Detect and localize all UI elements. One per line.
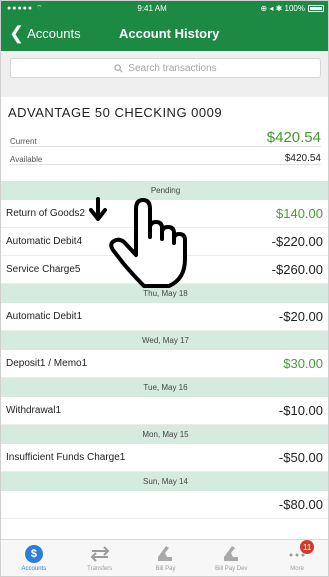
transaction-description: Return of Goods2: [6, 208, 85, 219]
transaction-row[interactable]: Automatic Debit1 -$20.00: [1, 303, 328, 331]
current-balance: $420.54: [266, 129, 321, 146]
transaction-row[interactable]: Withdrawal1 -$10.00: [1, 397, 328, 425]
top-bar: ●●●●● ⌔ 9:41 AM ⊕ ◂ ✱ 100% ❮ Accounts Ac…: [1, 1, 328, 51]
transaction-row[interactable]: Automatic Debit4 -$220.00: [1, 228, 328, 256]
transaction-amount: $30.00: [283, 356, 323, 371]
signal-indicator: ●●●●● ⌔: [7, 4, 44, 12]
battery-icon: [308, 4, 324, 12]
transaction-description: Deposit1 / Memo1: [6, 358, 88, 369]
search-area: Search transactions: [1, 51, 328, 97]
status-bar: ●●●●● ⌔ 9:41 AM ⊕ ◂ ✱ 100%: [1, 1, 328, 15]
section-header-date: Sun, May 14: [1, 472, 328, 491]
transaction-row[interactable]: -$80.00: [1, 491, 328, 519]
transaction-amount: -$260.00: [271, 262, 323, 277]
dollar-icon: $: [24, 545, 43, 563]
account-summary: ADVANTAGE 50 CHECKING 0009 Current $420.…: [1, 97, 328, 181]
tab-transfers[interactable]: Transfers: [67, 540, 133, 576]
transaction-row[interactable]: Return of Goods2 $140.00: [1, 200, 328, 228]
transaction-amount: -$220.00: [271, 234, 323, 249]
transaction-row[interactable]: Insufficient Funds Charge1 -$50.00: [1, 444, 328, 472]
chevron-left-icon: ❮: [9, 23, 25, 43]
search-placeholder: Search transactions: [128, 62, 217, 74]
tab-more[interactable]: More 11: [264, 540, 328, 576]
status-right: ⊕ ◂ ✱ 100%: [260, 4, 324, 13]
transaction-amount: $140.00: [276, 206, 323, 221]
tab-label: Bill Pay: [155, 566, 176, 572]
transaction-list[interactable]: Pending Return of Goods2 $140.00 Automat…: [1, 181, 328, 519]
section-header-date: Tue, May 16: [1, 378, 328, 397]
nav-bar: ❮ Accounts Account History: [1, 15, 328, 51]
tab-label: Transfers: [87, 566, 113, 572]
transaction-row[interactable]: Service Charge5 -$260.00: [1, 256, 328, 284]
section-header-date: Mon, May 15: [1, 425, 328, 444]
available-balance-row: Available $420.54: [10, 149, 321, 165]
search-icon: [114, 63, 123, 72]
transaction-row[interactable]: Deposit1 / Memo1 $30.00: [1, 350, 328, 378]
transaction-amount: -$50.00: [278, 450, 323, 465]
back-label: Accounts: [27, 25, 81, 41]
notification-badge: 11: [300, 540, 315, 554]
page-title: Account History: [119, 25, 220, 41]
transaction-description: Automatic Debit4: [6, 236, 83, 247]
back-button[interactable]: ❮ Accounts: [1, 24, 81, 42]
status-time: 9:41 AM: [137, 3, 167, 13]
section-header-date: Thu, May 18: [1, 284, 328, 303]
transfer-icon: [90, 546, 110, 562]
tab-label: Bill Pay Dev: [215, 566, 248, 572]
transaction-description: Service Charge5: [6, 264, 81, 275]
transaction-description: Withdrawal1: [6, 405, 62, 416]
transaction-amount: -$20.00: [278, 309, 323, 324]
available-label: Available: [10, 155, 43, 164]
tab-bar: $ Accounts Transfers Bill Pay Bill Pay D…: [1, 539, 328, 576]
tab-label: Accounts: [21, 566, 47, 572]
section-header-date: Wed, May 17: [1, 331, 328, 350]
app-screen: ●●●●● ⌔ 9:41 AM ⊕ ◂ ✱ 100% ❮ Accounts Ac…: [0, 0, 329, 577]
current-label: Current: [10, 137, 37, 146]
status-icons: ⊕ ◂ ✱ 100%: [260, 3, 305, 13]
account-name: ADVANTAGE 50 CHECKING 0009: [8, 105, 223, 120]
tab-bill-pay-dev[interactable]: Bill Pay Dev: [198, 540, 264, 576]
available-balance: $420.54: [284, 153, 321, 164]
transaction-description: Insufficient Funds Charge1: [6, 452, 126, 463]
transaction-amount: -$10.00: [278, 403, 323, 418]
bill-pay-icon: [158, 546, 173, 561]
search-input[interactable]: Search transactions: [10, 58, 321, 78]
transaction-amount: -$80.00: [278, 497, 323, 512]
section-header-pending: Pending: [1, 181, 328, 200]
transaction-description: Automatic Debit1: [6, 311, 83, 322]
bill-pay-dev-icon: [224, 546, 239, 561]
tab-accounts[interactable]: $ Accounts: [1, 540, 67, 576]
current-balance-row: Current $420.54: [10, 127, 321, 147]
tab-label: More: [290, 566, 304, 572]
tab-bill-pay[interactable]: Bill Pay: [133, 540, 199, 576]
